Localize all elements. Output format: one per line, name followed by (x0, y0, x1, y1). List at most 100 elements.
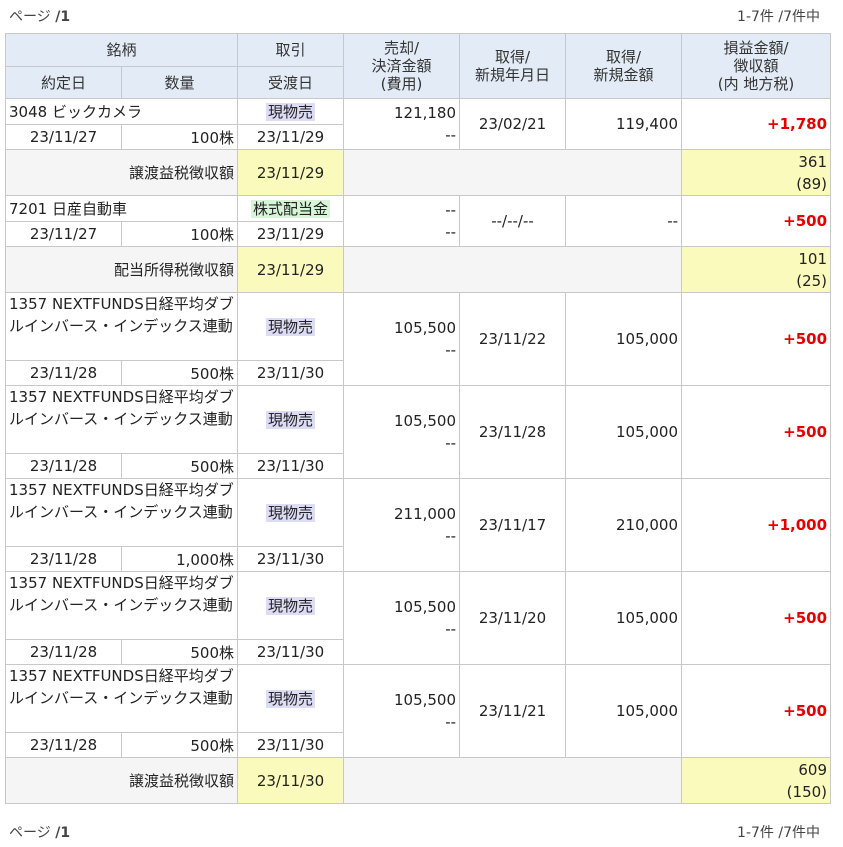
quantity: 100株 (120, 221, 239, 247)
profit-loss: +500 (681, 292, 832, 386)
delivery-date: 23/11/30 (237, 453, 345, 479)
page-indicator: ページ /1 (9, 825, 71, 841)
tax-label: 譲渡益税徴収額 (4, 757, 239, 804)
header-pl: 損益金額/徴収額 (内 地方税) (681, 33, 832, 99)
sell-amount: 121,180 (393, 104, 457, 122)
table-row: 7201 日産自動車 株式配当金 -- -- --/--/-- -- +500 (4, 195, 832, 247)
stock-name: 1357 NEXTFUNDS日経平均ダブルインバース・インデックス連動 (4, 385, 239, 454)
tax-local: (25) (796, 271, 828, 290)
quantity: 500株 (120, 453, 239, 479)
sell-amount: 105,500 (393, 691, 457, 709)
tax-row: 譲渡益税徴収額 23/11/30 609 (150) (4, 757, 832, 804)
sell-amount: -- (445, 201, 457, 219)
table-row: 1357 NEXTFUNDS日経平均ダブルインバース・インデックス連動 現物売 … (4, 385, 832, 479)
page-indicator: ページ /1 (9, 9, 71, 25)
trade-type-badge: 現物売 (266, 690, 316, 708)
acq-amount: 210,000 (565, 478, 683, 572)
sell-amount: 211,000 (393, 505, 457, 523)
tax-row: 譲渡益税徴収額 23/11/29 361 (89) (4, 149, 832, 196)
trade-type-badge: 現物売 (266, 103, 316, 121)
delivery-date: 23/11/30 (237, 360, 345, 386)
pager-bottom: ページ /1 1-7件 /7件中 (0, 816, 843, 844)
contract-date: 23/11/28 (5, 639, 122, 665)
acq-date: 23/11/21 (459, 664, 567, 758)
profit-loss: +1,780 (681, 98, 832, 150)
quantity: 500株 (120, 360, 239, 386)
pager-top: ページ /1 1-7件 /7件中 (0, 0, 843, 28)
trade-type-badge: 現物売 (266, 597, 316, 615)
quantity: 100株 (120, 124, 239, 150)
tax-local: (150) (786, 782, 828, 801)
fee: -- (445, 713, 457, 731)
trade-type-badge: 現物売 (266, 411, 316, 429)
trade-type-badge: 株式配当金 (251, 200, 331, 218)
sell-amount: 105,500 (393, 598, 457, 616)
fee: -- (445, 341, 457, 359)
tax-label: 配当所得税徴収額 (4, 246, 239, 293)
header-acq-amount: 取得/新規金額 (565, 33, 683, 99)
fee: -- (445, 527, 457, 545)
acq-date: 23/02/21 (459, 98, 567, 150)
delivery-date: 23/11/29 (237, 221, 345, 247)
trade-type-badge: 現物売 (266, 504, 316, 522)
table-row: 1357 NEXTFUNDS日経平均ダブルインバース・インデックス連動 現物売 … (4, 664, 832, 758)
tax-date: 23/11/29 (237, 246, 345, 293)
acq-date: 23/11/20 (459, 571, 567, 665)
delivery-date: 23/11/30 (237, 639, 345, 665)
profit-loss: +500 (681, 571, 832, 665)
fee: -- (445, 126, 457, 144)
contract-date: 23/11/27 (5, 221, 122, 247)
delivery-date: 23/11/30 (237, 732, 345, 758)
delivery-date: 23/11/29 (237, 124, 345, 150)
quantity: 1,000株 (120, 546, 239, 572)
sell-amount: 105,500 (393, 412, 457, 430)
stock-name: 1357 NEXTFUNDS日経平均ダブルインバース・インデックス連動 (4, 292, 239, 361)
acq-amount: 119,400 (565, 98, 683, 150)
delivery-date: 23/11/30 (237, 546, 345, 572)
profit-loss: +1,000 (681, 478, 832, 572)
tax-row: 配当所得税徴収額 23/11/29 101 (25) (4, 246, 832, 293)
stock-name: 1357 NEXTFUNDS日経平均ダブルインバース・インデックス連動 (4, 664, 239, 733)
stock-name: 1357 NEXTFUNDS日経平均ダブルインバース・インデックス連動 (4, 571, 239, 640)
tax-amount: 609 (798, 760, 828, 779)
contract-date: 23/11/28 (5, 546, 122, 572)
header-name: 銘柄 (4, 33, 239, 67)
acq-amount: 105,000 (565, 664, 683, 758)
table-row: 3048 ビックカメラ 現物売 121,180 -- 23/02/21 119,4… (4, 98, 832, 150)
tax-local: (89) (796, 174, 828, 193)
contract-date: 23/11/28 (5, 732, 122, 758)
contract-date: 23/11/28 (5, 453, 122, 479)
stock-name: 3048 ビックカメラ (4, 98, 239, 125)
sell-amount: 105,500 (393, 319, 457, 337)
tax-amount: 101 (798, 249, 828, 268)
result-count: 1-7件 /7件中 (737, 9, 820, 25)
stock-name: 7201 日産自動車 (4, 195, 239, 222)
table-row: 1357 NEXTFUNDS日経平均ダブルインバース・インデックス連動 現物売 … (4, 292, 832, 386)
header-acq-date: 取得/新規年月日 (459, 33, 567, 99)
acq-amount: 105,000 (565, 571, 683, 665)
fee: -- (445, 223, 457, 241)
profit-loss: +500 (681, 195, 832, 247)
trade-history-table: 銘柄 取引 売却/決済金額 (費用) 取得/新規年月日 取得/新規金額 損益金額/… (4, 33, 832, 804)
tax-label: 譲渡益税徴収額 (4, 149, 239, 196)
table-row: 1357 NEXTFUNDS日経平均ダブルインバース・インデックス連動 現物売 … (4, 571, 832, 665)
acq-amount: 105,000 (565, 385, 683, 479)
result-count: 1-7件 /7件中 (737, 825, 820, 841)
tax-date: 23/11/30 (237, 757, 345, 804)
tax-date: 23/11/29 (237, 149, 345, 196)
acq-date: 23/11/28 (459, 385, 567, 479)
contract-date: 23/11/28 (5, 360, 122, 386)
acq-amount: -- (565, 195, 683, 247)
quantity: 500株 (120, 639, 239, 665)
fee: -- (445, 620, 457, 638)
acq-amount: 105,000 (565, 292, 683, 386)
trade-type-badge: 現物売 (266, 318, 316, 336)
tax-amount: 361 (798, 152, 828, 171)
fee: -- (445, 434, 457, 452)
stock-name: 1357 NEXTFUNDS日経平均ダブルインバース・インデックス連動 (4, 478, 239, 547)
header-quantity: 数量 (120, 66, 239, 99)
acq-date: 23/11/22 (459, 292, 567, 386)
header-trade: 取引 (237, 33, 345, 67)
acq-date: 23/11/17 (459, 478, 567, 572)
header-sell: 売却/決済金額 (費用) (343, 33, 461, 99)
